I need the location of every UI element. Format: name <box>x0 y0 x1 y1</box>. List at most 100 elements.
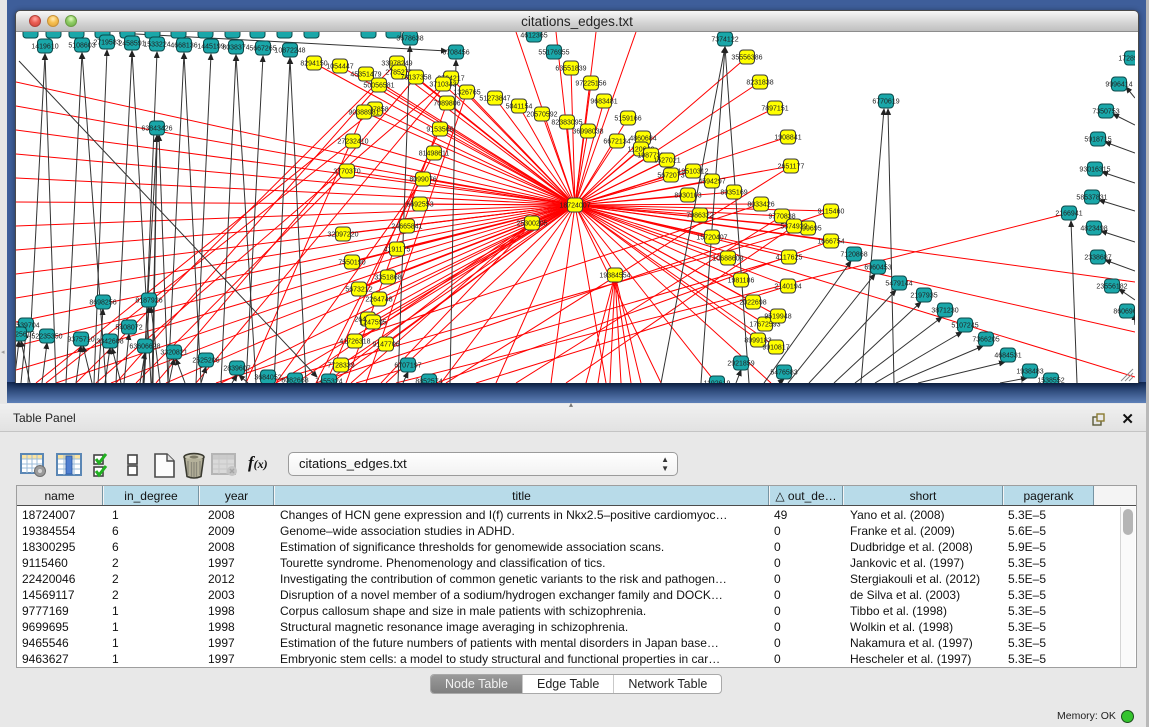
svg-text:36998038: 36998038 <box>572 129 603 136</box>
svg-text:81498611: 81498611 <box>419 151 450 158</box>
svg-text:1533224: 1533224 <box>143 42 170 49</box>
svg-text:9147706: 9147706 <box>372 342 399 349</box>
svg-text:5374922: 5374922 <box>780 224 807 231</box>
svg-text:8294150: 8294150 <box>300 61 327 68</box>
svg-text:9519948: 9519948 <box>764 314 791 321</box>
svg-text:5476583: 5476583 <box>770 370 797 377</box>
svg-text:6707197: 6707197 <box>394 363 421 370</box>
svg-text:1326765: 1326765 <box>453 90 480 97</box>
svg-text:55176955: 55176955 <box>538 50 569 57</box>
svg-text:1527021: 1527021 <box>653 158 680 165</box>
svg-text:2197935: 2197935 <box>910 293 937 300</box>
svg-text:7455324: 7455324 <box>315 379 342 384</box>
svg-text:5918715: 5918715 <box>1084 137 1111 144</box>
svg-text:8999183: 8999183 <box>744 338 771 345</box>
svg-text:9115460: 9115460 <box>818 209 845 216</box>
svg-text:1192619: 1192619 <box>704 381 731 384</box>
svg-text:5667265: 5667265 <box>249 46 276 53</box>
svg-text:82383095: 82383095 <box>551 120 582 127</box>
svg-text:63606628: 63606628 <box>129 344 160 351</box>
svg-text:10872248: 10872248 <box>274 48 305 55</box>
svg-text:51273847: 51273847 <box>479 96 510 103</box>
svg-text:9996414: 9996414 <box>1105 82 1132 89</box>
svg-text:18724007: 18724007 <box>559 203 590 210</box>
svg-text:2166941: 2166941 <box>1055 211 1082 218</box>
svg-text:52235350: 52235350 <box>31 334 62 341</box>
svg-text:9910817: 9910817 <box>762 345 789 352</box>
svg-text:8698256: 8698256 <box>89 300 116 307</box>
svg-text:1938483: 1938483 <box>1016 369 1043 376</box>
svg-text:1908841: 1908841 <box>774 135 801 142</box>
svg-text:19384554: 19384554 <box>599 273 630 280</box>
svg-text:5672073: 5672073 <box>657 173 684 180</box>
svg-text:6960453: 6960453 <box>864 265 891 272</box>
svg-text:20570592: 20570592 <box>526 112 557 119</box>
svg-text:1538552: 1538552 <box>1037 378 1064 384</box>
svg-text:7374122: 7374122 <box>711 37 738 44</box>
svg-text:9683481: 9683481 <box>590 99 617 106</box>
svg-text:2022698: 2022698 <box>739 300 766 307</box>
svg-text:8935169: 8935169 <box>720 190 747 197</box>
svg-text:5159166: 5159166 <box>614 116 641 123</box>
svg-text:3678638: 3678638 <box>396 36 423 43</box>
svg-text:78137358: 78137358 <box>400 75 431 82</box>
svg-text:2651177: 2651177 <box>778 164 805 171</box>
svg-text:6692553: 6692553 <box>406 202 433 209</box>
svg-text:9375710: 9375710 <box>67 337 94 344</box>
svg-text:1054447: 1054447 <box>326 64 353 71</box>
svg-text:4860684: 4860684 <box>629 136 656 143</box>
svg-text:41726318: 41726318 <box>339 339 370 346</box>
svg-text:4668136: 4668136 <box>170 43 197 50</box>
svg-text:6770619: 6770619 <box>872 99 899 106</box>
svg-text:50056581: 50056581 <box>363 83 394 90</box>
svg-text:1445199: 1445199 <box>197 44 224 51</box>
svg-text:6708456: 6708456 <box>442 50 469 57</box>
svg-text:1419610: 1419610 <box>31 44 58 51</box>
svg-text:25300205: 25300205 <box>516 221 547 228</box>
svg-text:97225156: 97225156 <box>575 81 606 88</box>
svg-text:8606962: 8606962 <box>1113 309 1135 316</box>
svg-text:24665841: 24665841 <box>391 224 422 231</box>
svg-text:8231838: 8231838 <box>746 80 773 87</box>
svg-text:90388981: 90388981 <box>348 110 379 117</box>
svg-text:5673212: 5673212 <box>345 287 372 294</box>
svg-text:63843426: 63843426 <box>141 126 172 133</box>
svg-text:4612365: 4612365 <box>520 33 547 40</box>
svg-text:9153566: 9153566 <box>426 127 453 134</box>
svg-text:58537831: 58537831 <box>1076 195 1107 202</box>
svg-text:3710343: 3710343 <box>429 82 456 89</box>
svg-text:4117625: 4117625 <box>776 255 803 262</box>
svg-text:7120868: 7120868 <box>840 252 867 259</box>
svg-text:35556386: 35556386 <box>731 55 762 62</box>
svg-text:10688609: 10688609 <box>712 256 743 263</box>
svg-text:3684052: 3684052 <box>254 375 281 382</box>
svg-text:6672134: 6672134 <box>603 139 630 146</box>
svg-text:2264748: 2264748 <box>365 297 392 304</box>
svg-text:8082668: 8082668 <box>281 378 308 384</box>
svg-text:7728339: 7728339 <box>327 363 354 370</box>
svg-text:3871230: 3871230 <box>931 308 958 315</box>
svg-text:3320821: 3320821 <box>160 350 187 357</box>
svg-text:7550190: 7550190 <box>338 260 365 267</box>
svg-text:7089806: 7089806 <box>433 101 460 108</box>
svg-text:8033426: 8033426 <box>747 202 774 209</box>
svg-text:4684531: 4684531 <box>994 353 1021 360</box>
svg-text:2525206: 2525206 <box>192 358 219 365</box>
svg-text:63551839: 63551839 <box>555 66 586 73</box>
svg-text:8099076: 8099076 <box>409 177 436 184</box>
svg-text:93016315: 93016315 <box>1079 167 1110 174</box>
svg-text:15720407: 15720407 <box>696 235 727 242</box>
svg-text:1247595: 1247595 <box>359 320 386 327</box>
svg-text:2338687: 2338687 <box>1084 255 1111 262</box>
svg-text:5408072: 5408072 <box>115 325 142 332</box>
svg-text:7986322: 7986322 <box>686 213 713 220</box>
svg-text:7366205: 7366205 <box>972 337 999 344</box>
svg-text:8930103: 8930103 <box>674 193 701 200</box>
svg-text:32097220: 32097220 <box>327 232 358 239</box>
svg-text:4594297: 4594297 <box>698 179 725 186</box>
svg-text:8852574: 8852574 <box>415 379 442 384</box>
svg-text:2140194: 2140194 <box>774 284 801 291</box>
svg-text:7897151: 7897151 <box>761 106 788 113</box>
svg-text:4191175: 4191175 <box>384 247 411 254</box>
svg-text:2458591: 2458591 <box>118 41 145 48</box>
